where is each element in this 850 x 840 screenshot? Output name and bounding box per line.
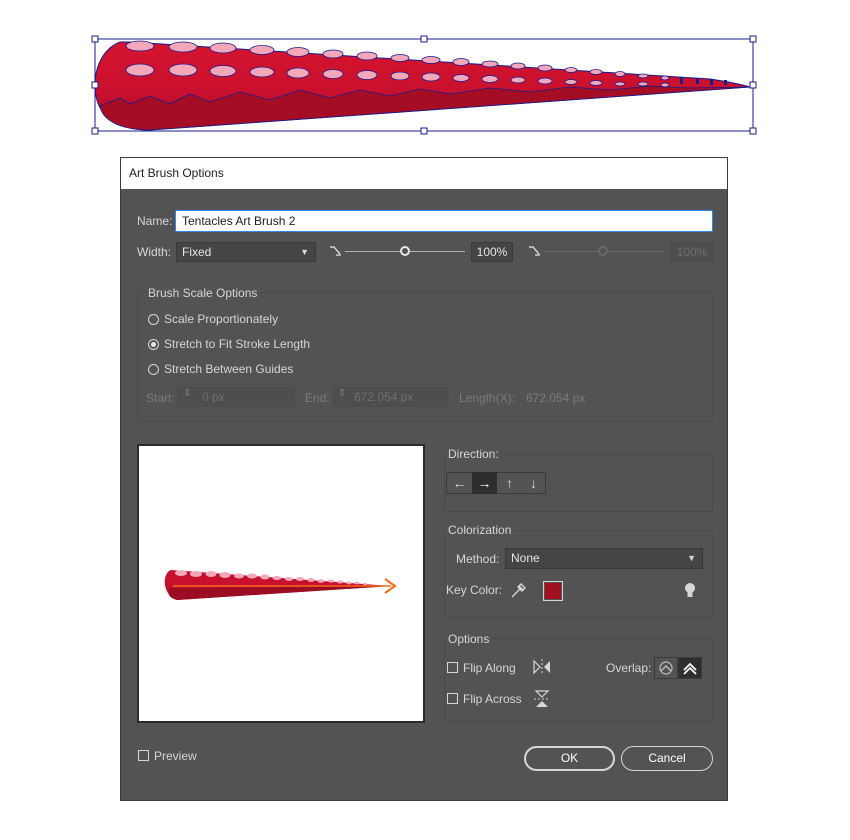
width-select-value: Fixed bbox=[182, 245, 212, 259]
brush-name-input[interactable]: Tentacles Art Brush 2 bbox=[175, 210, 713, 232]
end-label: End: bbox=[305, 391, 330, 405]
overlap-adjust-button[interactable] bbox=[654, 657, 678, 679]
end-value: 672.054 px bbox=[354, 390, 414, 404]
method-value: None bbox=[511, 551, 540, 565]
length-label: Length(X): bbox=[459, 391, 516, 405]
direction-down-button[interactable]: ↓ bbox=[521, 472, 546, 494]
stretch-between-guides-label[interactable]: Stretch Between Guides bbox=[164, 362, 293, 376]
width-percent-field[interactable]: 100% bbox=[471, 242, 513, 262]
flip-across-icon bbox=[534, 690, 550, 707]
width-slider-knob[interactable] bbox=[400, 246, 410, 256]
radio-scale-proportionately[interactable] bbox=[148, 314, 159, 325]
preview-label[interactable]: Preview bbox=[154, 749, 197, 763]
brush-scale-options-title: Brush Scale Options bbox=[146, 286, 260, 300]
start-value: 0 px bbox=[202, 390, 225, 404]
radio-stretch-to-fit[interactable] bbox=[148, 339, 159, 350]
key-color-swatch[interactable] bbox=[543, 581, 563, 601]
end-field: 672.054 px bbox=[333, 387, 449, 407]
flip-across-label[interactable]: Flip Across bbox=[463, 692, 522, 706]
start-stepper-icon: ⇕ bbox=[183, 388, 192, 399]
width-label: Width: bbox=[137, 245, 172, 259]
key-color-label: Key Color: bbox=[446, 583, 503, 597]
variation-slider-knob bbox=[598, 246, 608, 256]
colorization-method-select[interactable]: None ▼ bbox=[505, 548, 703, 569]
overlap-none-button[interactable] bbox=[678, 657, 702, 679]
ok-button[interactable]: OK bbox=[524, 746, 615, 771]
tentacle-artwork[interactable] bbox=[90, 34, 760, 136]
art-brush-options-dialog: Art Brush Options Name: Tentacles Art Br… bbox=[120, 157, 728, 801]
direction-left-button[interactable]: ← bbox=[447, 472, 472, 494]
scale-proportionately-label[interactable]: Scale Proportionately bbox=[164, 312, 278, 326]
tips-lightbulb-icon[interactable] bbox=[683, 582, 697, 600]
start-field: 0 px bbox=[177, 387, 295, 407]
start-label: Start: bbox=[146, 391, 175, 405]
flip-along-label[interactable]: Flip Along bbox=[463, 661, 516, 675]
colorization-group bbox=[444, 530, 713, 618]
brush-preview-image bbox=[164, 570, 397, 600]
direction-right-button[interactable]: → bbox=[472, 472, 497, 494]
stretch-to-fit-label[interactable]: Stretch to Fit Stroke Length bbox=[164, 337, 310, 351]
preview-checkbox[interactable] bbox=[138, 750, 149, 761]
flip-along-checkbox[interactable] bbox=[447, 662, 458, 673]
cancel-button[interactable]: Cancel bbox=[621, 746, 713, 771]
direction-button-group: ← → ↑ ↓ bbox=[446, 472, 546, 494]
brush-preview-panel bbox=[137, 444, 425, 723]
overlap-adjust-icon bbox=[659, 661, 673, 675]
chevron-down-icon: ▼ bbox=[300, 247, 309, 257]
name-label: Name: bbox=[137, 214, 173, 228]
chevron-down-icon: ▼ bbox=[687, 553, 696, 563]
width-min-icon bbox=[330, 246, 341, 256]
overlap-none-icon bbox=[683, 662, 697, 675]
key-color-fill bbox=[545, 583, 561, 599]
width-max-icon bbox=[529, 246, 540, 256]
end-stepper-icon: ⇕ bbox=[338, 388, 347, 399]
dialog-title: Art Brush Options bbox=[121, 158, 727, 189]
flip-across-checkbox[interactable] bbox=[447, 693, 458, 704]
variation-percent-field: 100% bbox=[670, 242, 714, 262]
colorization-title: Colorization bbox=[446, 523, 514, 537]
direction-up-button[interactable]: ↑ bbox=[497, 472, 522, 494]
options-title: Options bbox=[446, 632, 492, 646]
direction-title: Direction: bbox=[446, 447, 501, 461]
method-label: Method: bbox=[456, 552, 500, 566]
length-value: 672.054 px bbox=[526, 391, 586, 405]
radio-stretch-between-guides[interactable] bbox=[148, 364, 159, 375]
width-select[interactable]: Fixed ▼ bbox=[176, 242, 316, 262]
eyedropper-icon[interactable] bbox=[509, 582, 527, 600]
overlap-label: Overlap: bbox=[606, 661, 652, 675]
flip-along-icon bbox=[533, 659, 550, 675]
